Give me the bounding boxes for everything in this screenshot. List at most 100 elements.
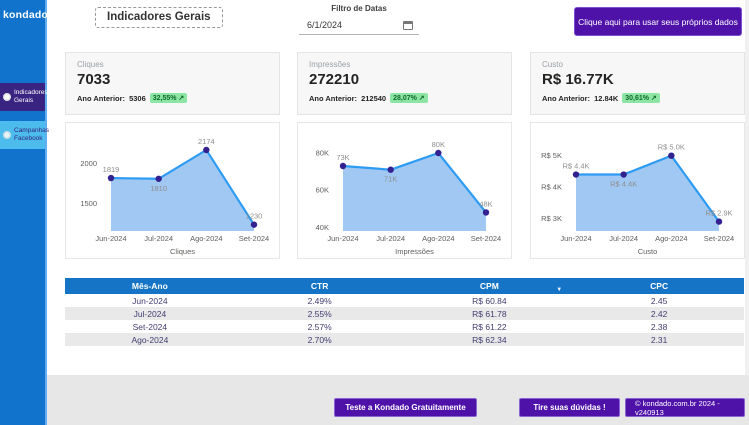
point-label: 71K [384, 175, 397, 184]
table-cell[interactable]: Jun-2024 [65, 294, 235, 307]
table-row[interactable]: Jun-20242.49%R$ 60.842.45 [65, 294, 744, 307]
x-tick-label: Set-2024 [704, 234, 734, 243]
data-point-marker[interactable] [668, 152, 674, 158]
area-fill [343, 153, 486, 231]
data-point-marker[interactable] [573, 171, 579, 177]
data-point-marker[interactable] [483, 209, 489, 215]
point-label: R$ 4.4K [610, 180, 637, 189]
x-tick-label: Ago-2024 [422, 234, 455, 243]
kpi-title: Cliques [66, 53, 279, 69]
circle-icon [3, 131, 11, 139]
kpi-prev-label: Ano Anterior: [542, 94, 590, 103]
kpi-prev-label: Ano Anterior: [309, 94, 357, 103]
table-cell[interactable]: R$ 61.78 [405, 307, 575, 320]
y-tick-label: 2000 [80, 159, 97, 168]
table-cell[interactable]: Set-2024 [65, 320, 235, 333]
table-cell[interactable]: Ago-2024 [65, 333, 235, 346]
data-point-marker[interactable] [716, 218, 722, 224]
table-cell[interactable]: 2.57% [235, 320, 405, 333]
table-row[interactable]: Ago-20242.70%R$ 62.342.31 [65, 333, 744, 346]
kpi-delta-badge: 30,61% ↗ [622, 93, 660, 103]
table-cell[interactable]: R$ 62.34 [405, 333, 575, 346]
sidebar-item-campanhas-facebook[interactable]: Campanhas Facebook [0, 121, 45, 149]
table-cell[interactable]: 2.31 [574, 333, 744, 346]
column-header[interactable]: Mês-Ano [65, 278, 235, 294]
y-tick-label: R$ 4K [541, 183, 562, 192]
x-tick-label: Jun-2024 [327, 234, 358, 243]
kpi-title: Custo [531, 53, 744, 69]
x-tick-label: Ago-2024 [190, 234, 223, 243]
x-tick-label: Jul-2024 [144, 234, 173, 243]
kpi-prev-value: 5306 [129, 94, 146, 103]
table-cell[interactable]: R$ 60.84 [405, 294, 575, 307]
data-point-marker[interactable] [108, 175, 114, 181]
data-point-marker[interactable] [155, 176, 161, 182]
point-label: 1230 [246, 212, 263, 221]
sort-desc-icon[interactable]: ▼ [556, 287, 562, 293]
sidebar-item-indicadores-gerais[interactable]: Indicadores Gerais [0, 83, 45, 111]
y-tick-label: R$ 5K [541, 151, 562, 160]
x-tick-label: Set-2024 [239, 234, 269, 243]
y-tick-label: 1500 [80, 199, 97, 208]
y-tick-label: 60K [316, 186, 329, 195]
data-point-marker[interactable] [251, 221, 257, 227]
area-chart-impressoes[interactable]: 40K60K80KJun-2024Jul-2024Ago-2024Set-202… [297, 122, 512, 259]
table-header-row: Mês-AnoCTRCPM▼CPC [65, 278, 744, 294]
x-tick-label: Ago-2024 [655, 234, 688, 243]
kpi-delta-badge: 28,07% ↗ [390, 93, 428, 103]
kpi-value: R$ 16.77K [531, 69, 744, 88]
kpi-title: Impressões [298, 53, 511, 69]
y-tick-label: 80K [316, 149, 329, 158]
point-label: 48K [479, 199, 492, 208]
data-point-marker[interactable] [203, 147, 209, 153]
table-cell[interactable]: R$ 61.22 [405, 320, 575, 333]
point-label: R$ 2.9K [705, 209, 732, 218]
own-data-cta-button[interactable]: Clique aqui para usar seus próprios dado… [574, 7, 742, 36]
point-label: 1810 [150, 184, 167, 193]
table-row[interactable]: Jul-20242.55%R$ 61.782.42 [65, 307, 744, 320]
calendar-icon[interactable] [403, 21, 413, 30]
point-label: 73K [336, 153, 349, 162]
scrollbar-track[interactable] [745, 0, 749, 425]
column-header[interactable]: CTR [235, 278, 405, 294]
table-cell[interactable]: Jul-2024 [65, 307, 235, 320]
data-point-marker[interactable] [435, 150, 441, 156]
x-axis-title: Cliques [170, 247, 195, 256]
data-point-marker[interactable] [387, 167, 393, 173]
table-cell[interactable]: 2.55% [235, 307, 405, 320]
table-cell[interactable]: 2.49% [235, 294, 405, 307]
kpi-card-cliques: Cliques 7033 Ano Anterior: 5306 32,55% ↗ [65, 52, 280, 115]
kpi-prev-value: 212540 [361, 94, 386, 103]
table-cell[interactable]: 2.42 [574, 307, 744, 320]
x-tick-label: Jun-2024 [95, 234, 126, 243]
circle-icon [3, 93, 11, 101]
support-button[interactable]: Tire suas dúvidas ! [519, 398, 620, 417]
point-label: R$ 5.0K [658, 143, 685, 152]
sidebar: kondado Indicadores Gerais Campanhas Fac… [0, 0, 47, 425]
table-row[interactable]: Set-20242.57%R$ 61.222.38 [65, 320, 744, 333]
x-tick-label: Jul-2024 [609, 234, 638, 243]
table-cell[interactable]: 2.38 [574, 320, 744, 333]
trial-button[interactable]: Teste a Kondado Gratuitamente [334, 398, 477, 417]
point-label: 2174 [198, 137, 215, 146]
area-chart-custo[interactable]: R$ 3KR$ 4KR$ 5KJun-2024Jul-2024Ago-2024S… [530, 122, 745, 259]
x-axis-title: Impressões [395, 247, 434, 256]
table-cell[interactable]: 2.45 [574, 294, 744, 307]
x-tick-label: Jun-2024 [560, 234, 591, 243]
sidebar-item-label: Indicadores Gerais [14, 89, 48, 105]
date-filter-input[interactable]: 6/1/2024 [299, 17, 419, 35]
kondado-logo: kondado [0, 0, 45, 21]
version-badge[interactable]: © kondado.com.br 2024 - v240913 [625, 398, 745, 417]
point-label: 1819 [103, 165, 120, 174]
data-point-marker[interactable] [620, 171, 626, 177]
point-label: R$ 4.4K [562, 162, 589, 171]
column-header[interactable]: CPC [574, 278, 744, 294]
column-header[interactable]: CPM▼ [405, 278, 575, 294]
table-cell[interactable]: 2.70% [235, 333, 405, 346]
date-filter-value: 6/1/2024 [307, 20, 342, 30]
kpi-value: 272210 [298, 69, 511, 88]
x-tick-label: Jul-2024 [376, 234, 405, 243]
date-filter: Filtro de Datas 6/1/2024 [299, 2, 419, 35]
area-chart-cliques[interactable]: 1500 2000 Jun-2024 Jul-2024 Ago-2024 Set-2024… [65, 122, 280, 259]
data-point-marker[interactable] [340, 163, 346, 169]
